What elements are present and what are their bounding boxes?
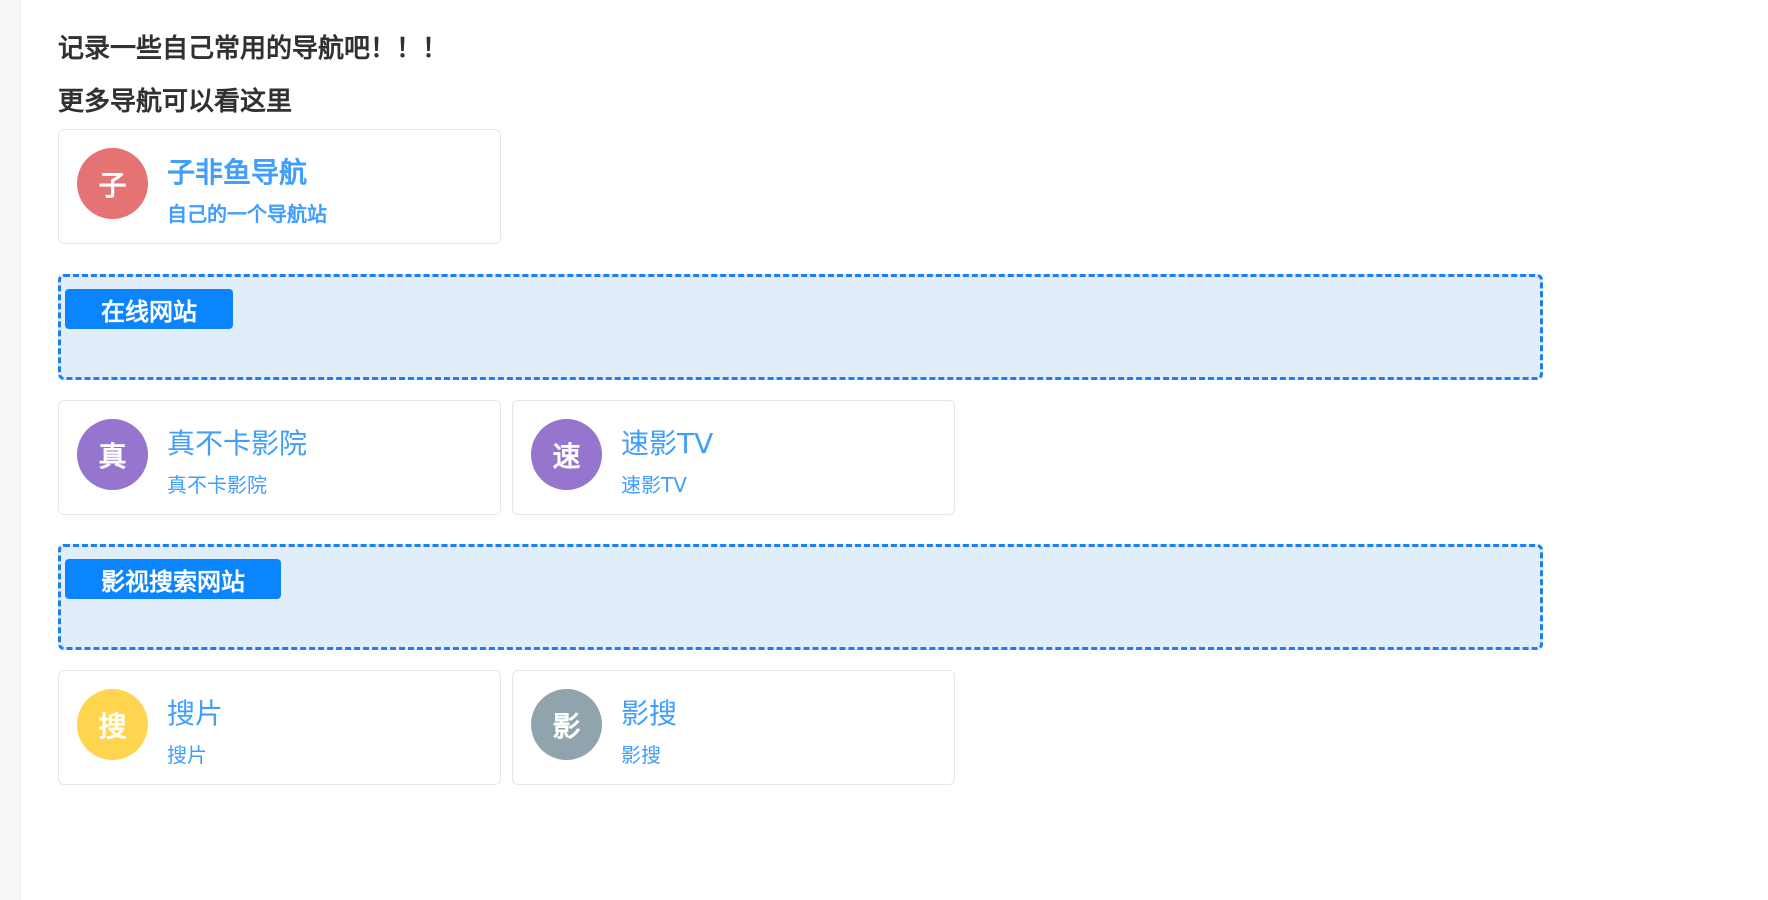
- nav-card-soupian[interactable]: 搜 搜片 搜片: [58, 670, 501, 785]
- avatar: 真: [77, 419, 148, 490]
- card-description: 影搜: [621, 743, 661, 767]
- avatar: 搜: [77, 689, 148, 760]
- intro-heading: 记录一些自己常用的导航吧！！！: [58, 34, 449, 64]
- avatar: 速: [531, 419, 602, 490]
- card-description: 速影TV: [621, 473, 687, 497]
- sidebar-edge: [0, 0, 21, 900]
- card-title[interactable]: 速影TV: [621, 422, 713, 462]
- nav-card-zifeiyu[interactable]: 子 子非鱼导航 自己的一个导航站: [58, 129, 501, 244]
- avatar: 影: [531, 689, 602, 760]
- card-description: 真不卡影院: [167, 473, 267, 497]
- nav-card-zhenbuka[interactable]: 真 真不卡影院 真不卡影院: [58, 400, 501, 515]
- nav-card-yingsou[interactable]: 影 影搜 影搜: [512, 670, 955, 785]
- avatar: 子: [77, 148, 148, 219]
- section-tag: 影视搜索网站: [65, 559, 281, 599]
- section-online-sites: 在线网站: [58, 274, 1543, 380]
- card-title[interactable]: 真不卡影院: [167, 422, 307, 462]
- card-title[interactable]: 搜片: [167, 692, 223, 732]
- card-title[interactable]: 子非鱼导航: [167, 151, 307, 191]
- section-tag: 在线网站: [65, 289, 233, 329]
- nav-card-suying-tv[interactable]: 速 速影TV 速影TV: [512, 400, 955, 515]
- card-description: 自己的一个导航站: [167, 202, 327, 226]
- card-description: 搜片: [167, 743, 207, 767]
- section-video-search: 影视搜索网站: [58, 544, 1543, 650]
- card-title[interactable]: 影搜: [621, 692, 677, 732]
- more-nav-heading: 更多导航可以看这里: [58, 87, 293, 117]
